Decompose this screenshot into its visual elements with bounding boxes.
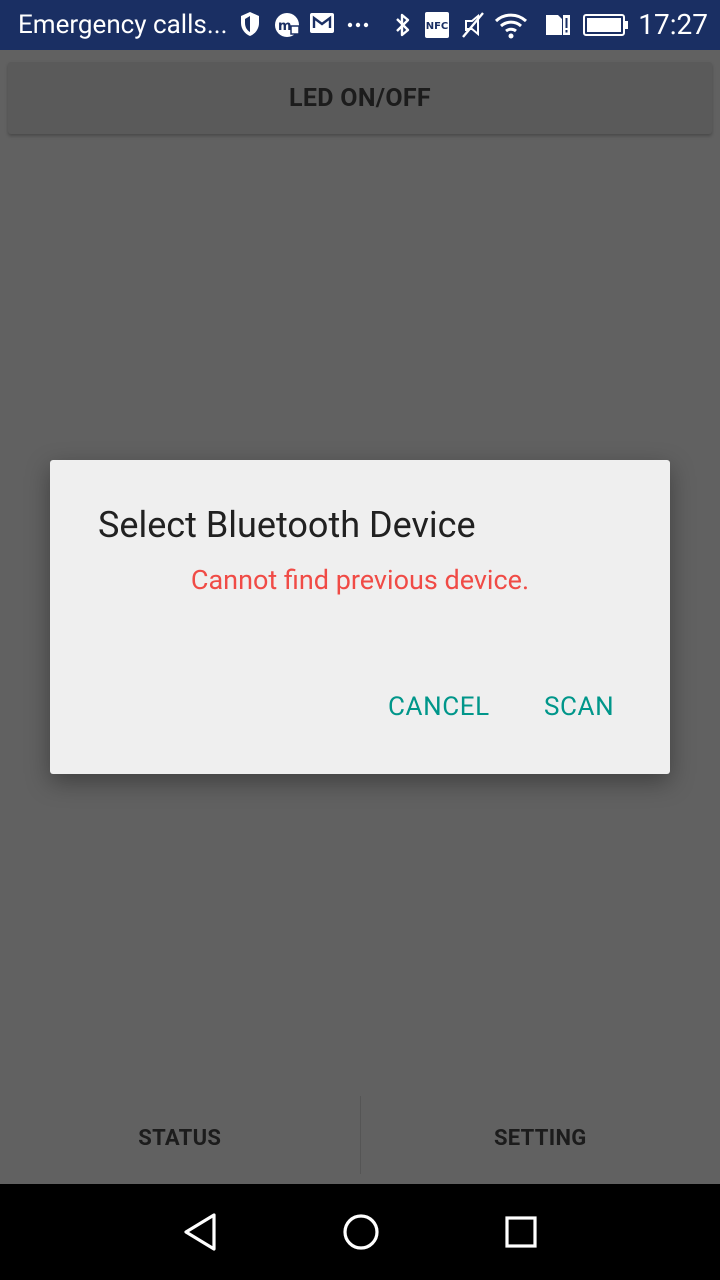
led-toggle-button[interactable]: LED ON/OFF <box>8 62 712 134</box>
recents-icon[interactable] <box>487 1198 555 1266</box>
cancel-button[interactable]: CANCEL <box>388 692 490 722</box>
messenger-icon: m <box>275 13 300 37</box>
clock: 17:27 <box>638 8 708 41</box>
battery-icon <box>583 14 628 36</box>
bottom-tabs: STATUS SETTING <box>0 1094 720 1182</box>
navigation-bar <box>0 1184 720 1280</box>
select-bluetooth-dialog: Select Bluetooth Device Cannot find prev… <box>50 460 670 774</box>
shield-icon <box>241 12 259 36</box>
svg-text:NFC: NFC <box>426 21 449 32</box>
vibrate-icon <box>462 12 484 38</box>
home-icon[interactable] <box>327 1198 395 1266</box>
svg-text:m: m <box>278 19 292 34</box>
more-dots-icon <box>347 22 369 28</box>
wifi-icon <box>494 13 528 39</box>
dialog-title: Select Bluetooth Device <box>98 504 476 546</box>
tab-status[interactable]: STATUS <box>0 1094 360 1182</box>
scan-button[interactable]: SCAN <box>544 692 614 722</box>
back-icon[interactable] <box>166 1198 234 1266</box>
sim-alert-icon <box>546 15 570 35</box>
notification-text: Emergency calls... <box>18 10 228 40</box>
tab-setting[interactable]: SETTING <box>361 1094 720 1182</box>
status-bar: Emergency calls... m NFC 17:27 <box>0 0 720 50</box>
nfc-icon: NFC <box>425 12 449 38</box>
dialog-message: Cannot find previous device. <box>190 564 530 596</box>
bluetooth-icon <box>396 13 410 37</box>
mail-icon <box>310 13 334 33</box>
